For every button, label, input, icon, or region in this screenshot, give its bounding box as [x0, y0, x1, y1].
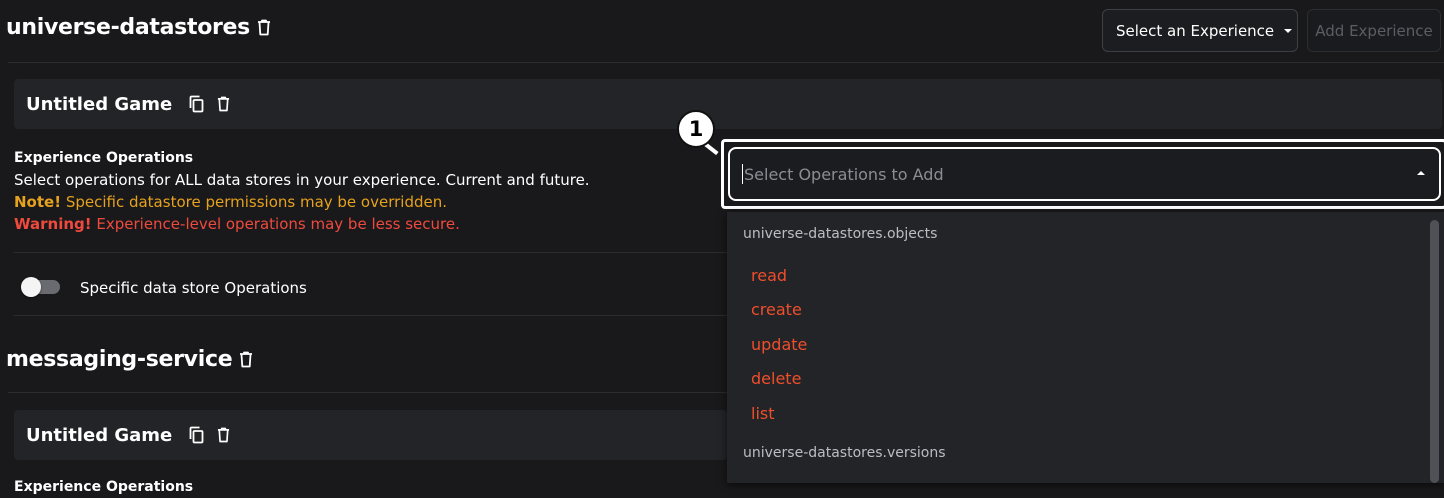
card-title: Untitled Game	[26, 424, 173, 446]
ops-heading: Experience Operations	[14, 479, 194, 495]
text-cursor	[742, 164, 743, 184]
toggle-label: Specific data store Operations	[80, 279, 307, 297]
dropdown-scrollbar[interactable]	[1430, 220, 1439, 483]
option-delete[interactable]: delete	[751, 369, 801, 388]
option-group-label: universe-datastores.versions	[743, 445, 946, 461]
option-list[interactable]: list	[751, 404, 775, 423]
note-text: Note! Specific datastore permissions may…	[14, 191, 447, 213]
operations-select[interactable]: Select Operations to Add	[728, 147, 1441, 201]
section-title: messaging-service	[6, 347, 233, 372]
copy-icon[interactable]	[189, 95, 204, 113]
divider	[14, 315, 727, 316]
section-header-messaging-service: messaging-service	[6, 347, 253, 372]
trash-icon[interactable]	[217, 96, 230, 112]
step-badge: 1	[677, 110, 715, 148]
trash-icon[interactable]	[232, 351, 253, 368]
section-title: universe-datastores	[6, 15, 250, 40]
option-read[interactable]: read	[751, 266, 787, 285]
divider	[14, 252, 727, 253]
add-experience-button[interactable]: Add Experience	[1307, 9, 1441, 52]
option-create[interactable]: create	[751, 300, 802, 319]
warning-label: Warning!	[14, 215, 92, 233]
option-update[interactable]: update	[751, 335, 807, 354]
operations-dropdown-menu: universe-datastores.objects read create …	[727, 212, 1444, 483]
warning-body: Experience-level operations may be less …	[91, 215, 460, 233]
select-experience-label: Select an Experience	[1116, 21, 1275, 40]
warning-text: Warning! Experience-level operations may…	[14, 213, 460, 235]
divider	[8, 62, 1444, 63]
toggle-knob	[21, 277, 41, 297]
trash-icon[interactable]	[217, 427, 230, 443]
note-body: Specific datastore permissions may be ov…	[61, 193, 447, 211]
add-experience-label: Add Experience	[1315, 21, 1433, 40]
divider	[8, 392, 727, 393]
select-experience-dropdown[interactable]: Select an Experience	[1102, 9, 1298, 52]
option-group-label: universe-datastores.objects	[743, 226, 938, 242]
chevron-up-icon	[1417, 171, 1425, 175]
card-header: Untitled Game	[14, 79, 1442, 129]
ops-heading: Experience Operations	[14, 150, 194, 166]
note-label: Note!	[14, 193, 62, 211]
trash-icon[interactable]	[250, 19, 271, 36]
ops-description: Select operations for ALL data stores in…	[14, 171, 590, 189]
chevron-down-icon	[1284, 28, 1293, 33]
copy-icon[interactable]	[189, 426, 204, 444]
section-header-universe-datastores: universe-datastores	[6, 15, 271, 40]
specific-ops-toggle[interactable]	[21, 277, 60, 297]
operations-select-placeholder: Select Operations to Add	[744, 164, 944, 184]
card-title: Untitled Game	[26, 93, 173, 115]
card-header: Untitled Game	[14, 410, 727, 460]
